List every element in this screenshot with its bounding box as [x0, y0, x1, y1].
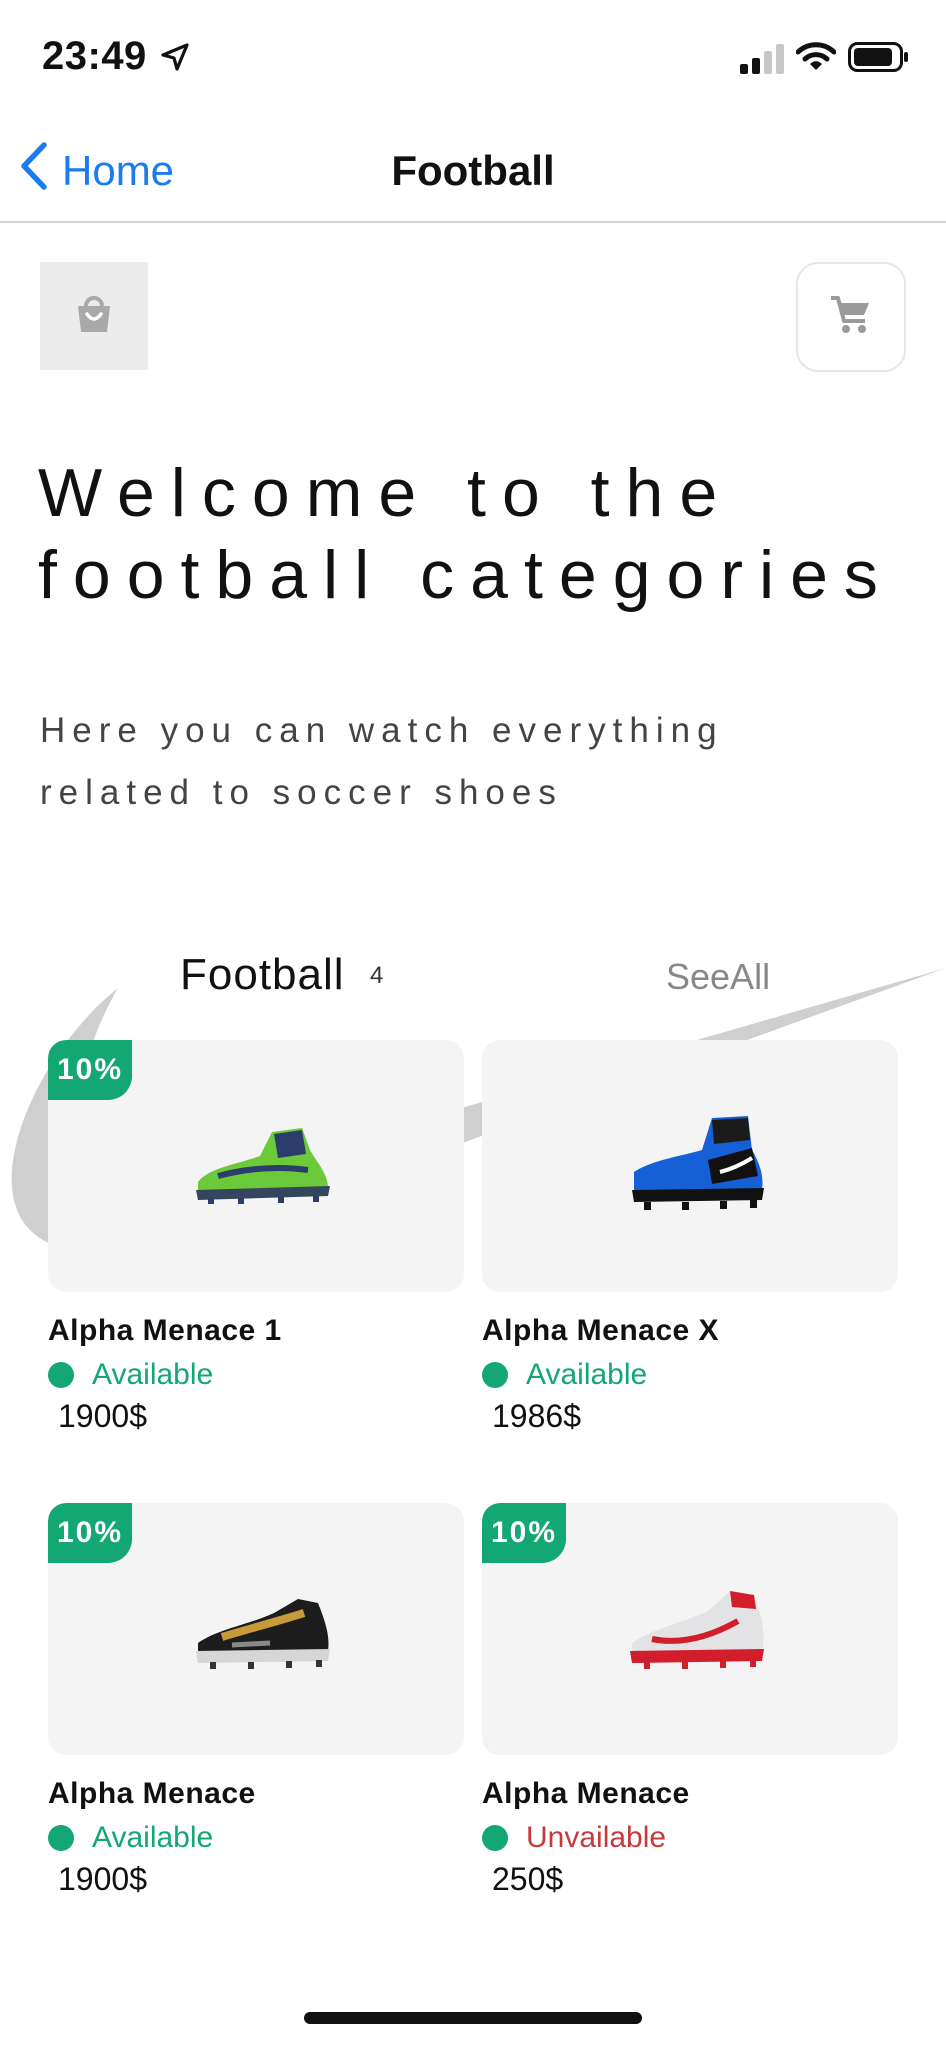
- availability-label: Available: [92, 1358, 214, 1391]
- discount-badge: 10%: [482, 1503, 566, 1563]
- availability-status: Unvailable: [482, 1821, 898, 1855]
- availability-label: Available: [92, 1821, 214, 1854]
- availability-label: Available: [526, 1358, 648, 1391]
- availability-status: Available: [48, 1821, 464, 1855]
- product-card[interactable]: 10% Alpha Menace Unvailable 250$: [482, 1503, 898, 1898]
- black-gold-cleat-icon: [196, 1599, 330, 1669]
- product-price: 1900$: [58, 1398, 147, 1434]
- cart-button[interactable]: [796, 262, 906, 372]
- location-arrow-icon: [160, 42, 190, 77]
- wifi-icon: [795, 40, 837, 77]
- status-dot-icon: [482, 1362, 508, 1388]
- navigation-bar: Home Football: [0, 120, 946, 223]
- product-price: 1986$: [492, 1398, 581, 1434]
- green-cleat-icon: [196, 1128, 330, 1204]
- availability-status: Available: [482, 1358, 898, 1392]
- discount-badge: 10%: [48, 1040, 132, 1100]
- welcome-title: Welcome to the football categories: [38, 455, 894, 613]
- product-card[interactable]: 10% Alpha Menace Available 1900$: [48, 1503, 464, 1898]
- shopping-cart-icon: [829, 293, 873, 342]
- shopping-bag-logo: [40, 262, 148, 370]
- white-red-cleat-icon: [630, 1591, 764, 1669]
- product-card[interactable]: Alpha Menace X Available 1986$: [482, 1040, 898, 1435]
- section-count-badge: 4: [370, 962, 384, 989]
- see-all-link[interactable]: SeeAll: [666, 956, 770, 998]
- product-name: Alpha Menace: [482, 1777, 690, 1810]
- welcome-subtitle: Here you can watch everything related to…: [40, 711, 724, 812]
- product-price: 1900$: [58, 1861, 147, 1897]
- product-image[interactable]: 10%: [48, 1503, 464, 1755]
- home-indicator[interactable]: [304, 2012, 642, 2024]
- blue-high-cleat-icon: [632, 1116, 764, 1210]
- shopping-bag-icon: [72, 292, 116, 341]
- status-dot-icon: [48, 1362, 74, 1388]
- product-name: Alpha Menace 1: [48, 1314, 282, 1347]
- status-time: 23:49: [42, 34, 147, 78]
- availability-label: Unvailable: [526, 1821, 667, 1854]
- product-name: Alpha Menace: [48, 1777, 256, 1810]
- status-bar: 23:49: [0, 0, 946, 120]
- product-name: Alpha Menace X: [482, 1314, 720, 1347]
- battery-icon: [848, 42, 910, 77]
- product-price: 250$: [492, 1861, 564, 1897]
- product-image[interactable]: 10%: [48, 1040, 464, 1292]
- availability-status: Available: [48, 1358, 464, 1392]
- product-card[interactable]: 10% Alpha Menace 1 Available 1900$: [48, 1040, 464, 1435]
- status-dot-icon: [482, 1825, 508, 1851]
- section-title: Football: [180, 950, 345, 999]
- product-image[interactable]: 10%: [482, 1503, 898, 1755]
- cellular-signal-icon: [740, 44, 786, 79]
- product-image[interactable]: [482, 1040, 898, 1292]
- status-dot-icon: [48, 1825, 74, 1851]
- page-title: Football: [391, 147, 555, 194]
- discount-badge: 10%: [48, 1503, 132, 1563]
